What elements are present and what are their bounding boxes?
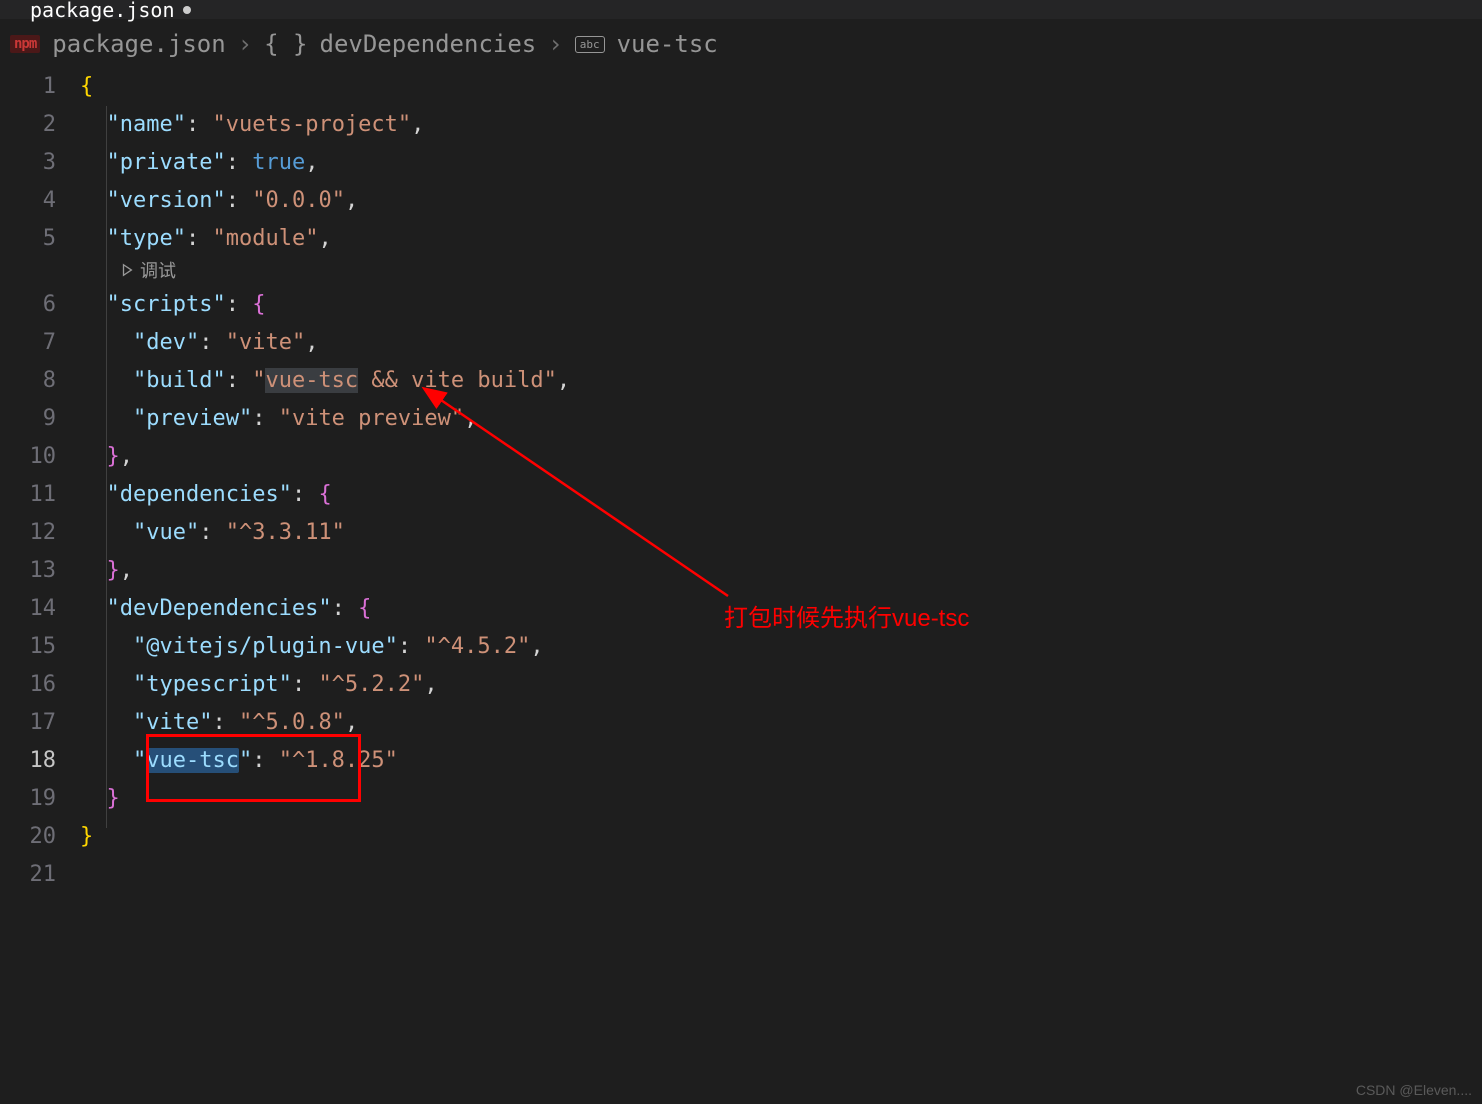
line-number: 11 — [0, 476, 56, 514]
code-line: { — [80, 68, 1482, 106]
line-number: 2 — [0, 106, 56, 144]
code-line: "@vitejs/plugin-vue": "^4.5.2", — [80, 628, 1482, 666]
code-line: "build": "vue-tsc && vite build", — [80, 362, 1482, 400]
code-line — [80, 856, 1482, 894]
code-line: "name": "vuets-project", — [80, 106, 1482, 144]
line-number: 18 — [0, 742, 56, 780]
chevron-right-icon: › — [238, 30, 252, 58]
line-number-gutter: 1 2 3 4 5 6 7 8 9 10 11 12 13 14 15 16 1… — [0, 68, 80, 894]
line-number: 20 — [0, 818, 56, 856]
modified-dot-icon — [183, 6, 191, 14]
line-number: 3 — [0, 144, 56, 182]
npm-icon: npm — [10, 35, 40, 53]
code-line: "typescript": "^5.2.2", — [80, 666, 1482, 704]
line-number: 7 — [0, 324, 56, 362]
line-number: 9 — [0, 400, 56, 438]
code-line: "devDependencies": { — [80, 590, 1482, 628]
code-editor[interactable]: 1 2 3 4 5 6 7 8 9 10 11 12 13 14 15 16 1… — [0, 68, 1482, 894]
chevron-right-icon: › — [548, 30, 562, 58]
code-line: "scripts": { — [80, 286, 1482, 324]
breadcrumb[interactable]: npm package.json › { } devDependencies ›… — [0, 20, 1482, 68]
play-icon — [120, 258, 134, 286]
watermark: CSDN @Eleven.... — [1356, 1082, 1472, 1098]
line-number: 17 — [0, 704, 56, 742]
line-number: 12 — [0, 514, 56, 552]
code-line: }, — [80, 552, 1482, 590]
breadcrumb-item[interactable]: vue-tsc — [617, 30, 718, 58]
code-line: "private": true, — [80, 144, 1482, 182]
line-number: 16 — [0, 666, 56, 704]
tab-label: package.json — [30, 0, 175, 22]
line-number: 8 — [0, 362, 56, 400]
code-line: }, — [80, 438, 1482, 476]
breadcrumb-item[interactable]: devDependencies — [320, 30, 537, 58]
line-number: 13 — [0, 552, 56, 590]
tab-package-json[interactable]: package.json — [30, 0, 191, 22]
breadcrumb-item[interactable]: package.json — [52, 30, 225, 58]
line-number: 14 — [0, 590, 56, 628]
code-line: "vue": "^3.3.11" — [80, 514, 1482, 552]
abc-icon: abc — [575, 36, 605, 53]
codelens-debug[interactable]: 调试 — [80, 258, 1482, 286]
code-content[interactable]: { "name": "vuets-project", "private": tr… — [80, 68, 1482, 894]
code-line: "type": "module", — [80, 220, 1482, 258]
line-number: 10 — [0, 438, 56, 476]
editor-tabs: package.json — [0, 0, 1482, 20]
code-line: "vite": "^5.0.8", — [80, 704, 1482, 742]
code-line: } — [80, 818, 1482, 856]
code-line: "vue-tsc": "^1.8.25" — [80, 742, 1482, 780]
line-number: 6 — [0, 286, 56, 324]
line-number: 15 — [0, 628, 56, 666]
code-line: "preview": "vite preview", — [80, 400, 1482, 438]
code-line: } — [80, 780, 1482, 818]
code-line: "dev": "vite", — [80, 324, 1482, 362]
code-line: "dependencies": { — [80, 476, 1482, 514]
line-number: 4 — [0, 182, 56, 220]
line-number: 21 — [0, 856, 56, 894]
line-number: 5 — [0, 220, 56, 258]
line-number: 1 — [0, 68, 56, 106]
line-number: 19 — [0, 780, 56, 818]
braces-icon: { } — [264, 30, 307, 58]
code-line: "version": "0.0.0", — [80, 182, 1482, 220]
